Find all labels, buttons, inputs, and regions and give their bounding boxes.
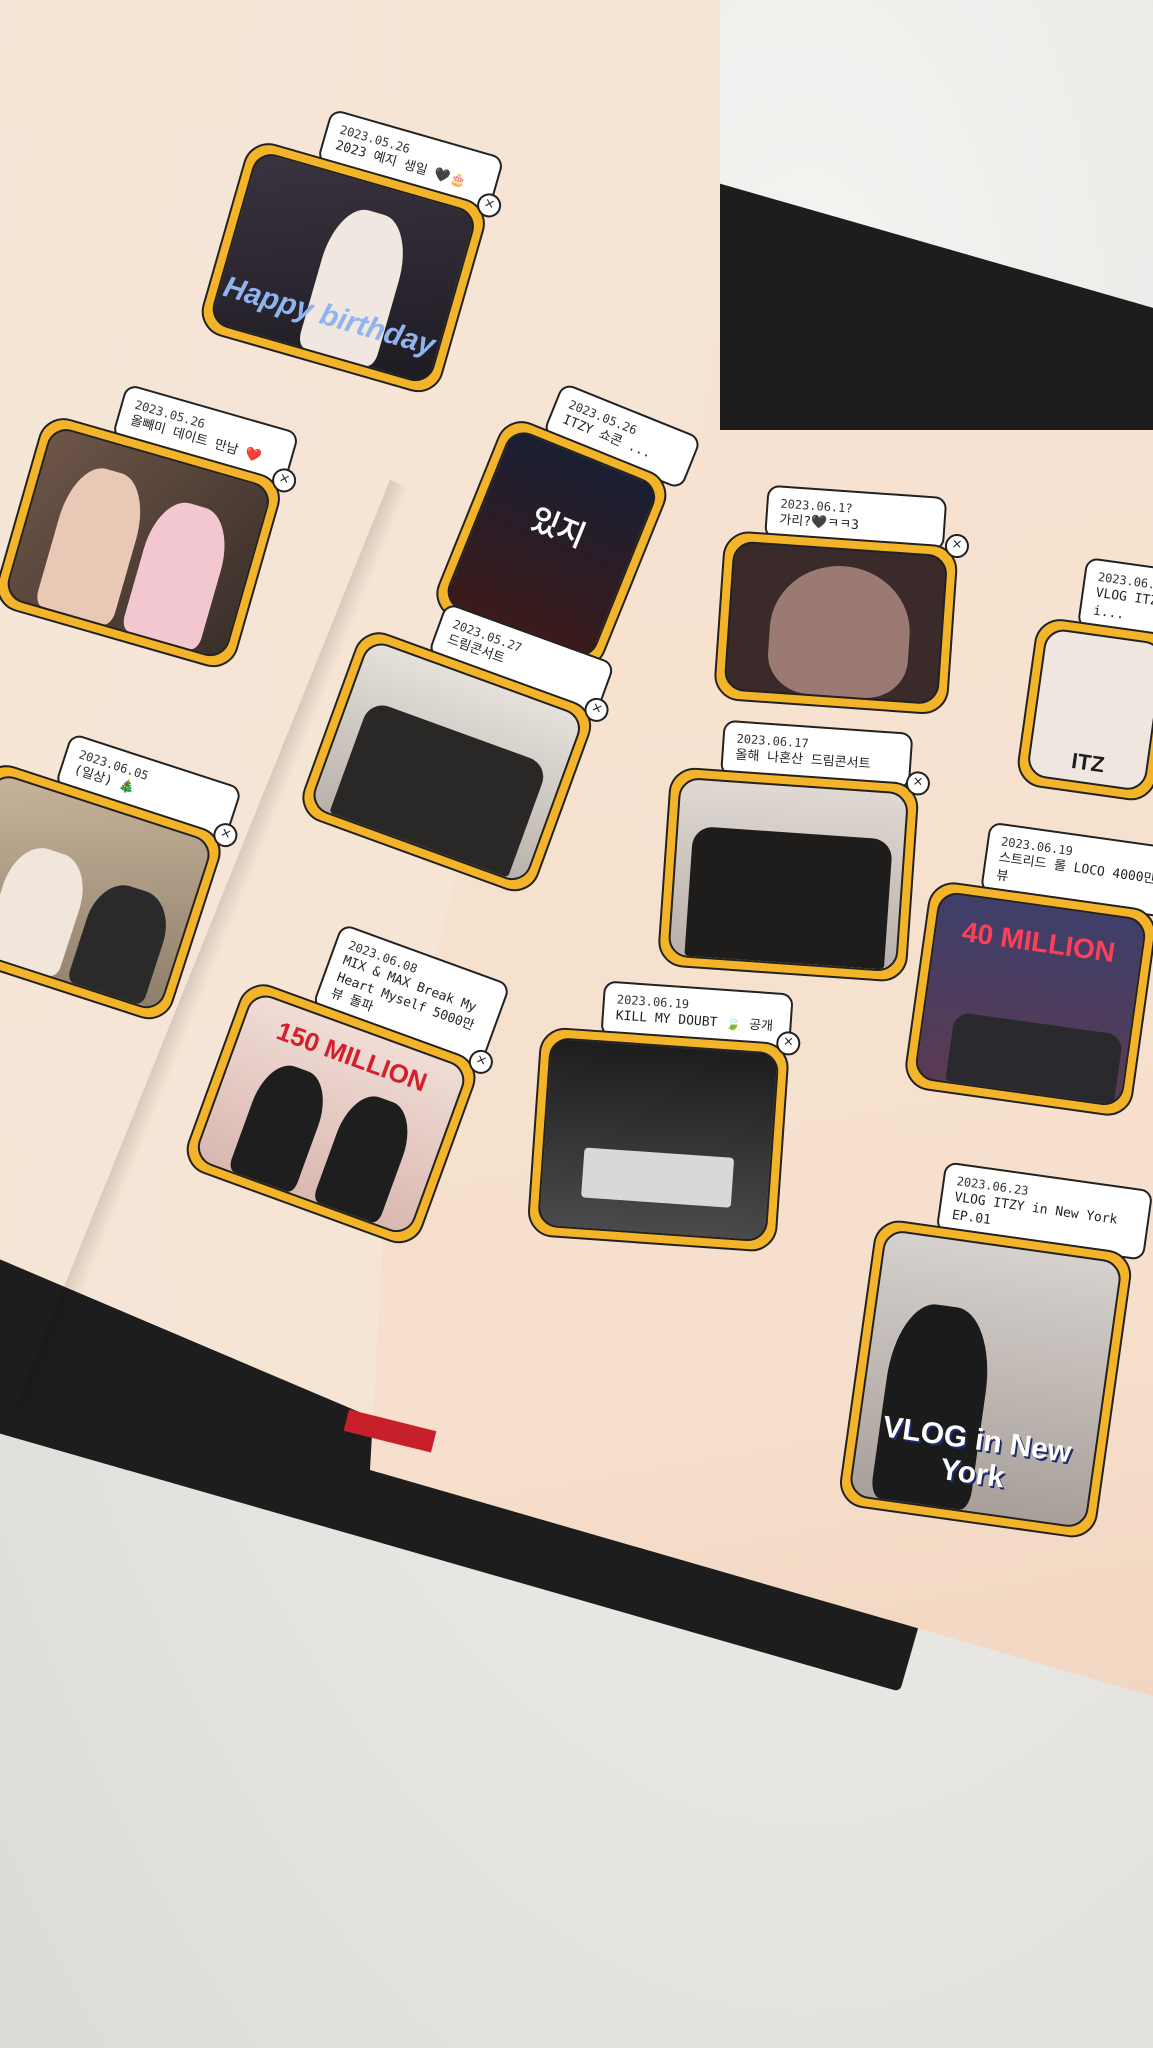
photo: VLOG in New York [847,1228,1124,1530]
close-icon: × [775,1030,802,1057]
card-heart: 2023.06.1? 가리?🖤ㅋㅋ3 × [712,482,970,716]
stage-platform [581,1147,735,1208]
photo [723,540,949,705]
photo-overlay-text: 40 MILLION [960,916,1117,969]
person-figure [66,876,177,1006]
group-figure [945,1011,1124,1105]
photo-frame: × [656,766,931,984]
photo: 40 MILLION [913,890,1148,1108]
photo-overlay-text: 있지 [526,502,590,554]
photo-overlay-text: ITZ [1069,748,1107,778]
photo-frame: × [526,1026,802,1254]
photo-frame: 40 MILLION [902,879,1153,1120]
card-kill-my-doubt: 2023.06.19 KILL MY DOUBT 🍃 공개 × [526,976,804,1254]
photo-frame: ITZ [1014,616,1153,804]
photo: ITZ [1025,627,1153,793]
person-figure [227,1056,335,1194]
card-dreamconcert-2: 2023.06.17 올해 나혼산 드림콘서트 × [656,716,934,984]
scene: 2023.05.26 2023 예지 생일 🖤🎂 × Happy birthda… [0,0,1153,2048]
photo [667,776,910,973]
heart-shape [765,561,915,701]
card-vlog-newyork: 2023.06.23 VLOG ITZY in New York EP.01 V… [836,1153,1153,1542]
photo [536,1036,780,1243]
card-40million: 2023.06.19 스트리드 롤 LOCO 4000만뷰 40 MILLION [902,815,1153,1121]
close-icon: × [905,770,931,797]
photo-frame: × [712,529,970,716]
photo-frame: VLOG in New York [836,1217,1135,1541]
group-figure [684,825,893,970]
person-figure [312,1087,420,1225]
